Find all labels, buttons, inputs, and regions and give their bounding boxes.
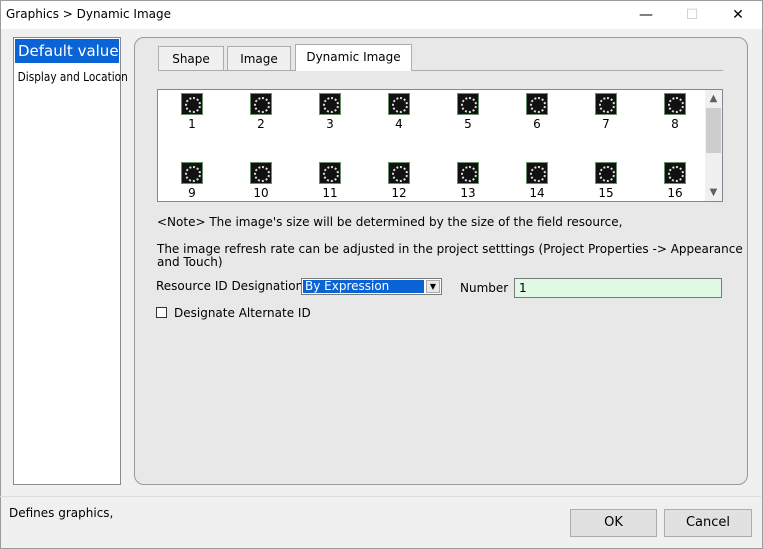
- image-number: 5: [464, 117, 472, 131]
- image-number: 6: [533, 117, 541, 131]
- resource-id-label: Resource ID Designation: [156, 279, 304, 293]
- ok-button[interactable]: OK: [570, 509, 657, 537]
- scroll-up-icon[interactable]: ▲: [705, 91, 722, 106]
- image-number: 15: [598, 186, 614, 200]
- image-number: 14: [529, 186, 545, 200]
- image-item[interactable]: 10: [241, 162, 281, 200]
- alternate-id-checkbox[interactable]: [156, 307, 167, 318]
- image-item[interactable]: 11: [310, 162, 350, 200]
- scroll-down-icon[interactable]: ▼: [705, 185, 722, 200]
- resource-id-select[interactable]: By Expression ▼: [301, 278, 442, 295]
- image-number: 12: [391, 186, 407, 200]
- dynamic-image-icon: [319, 93, 341, 115]
- image-item[interactable]: 12: [379, 162, 419, 200]
- refresh-note-line1: The image refresh rate can be adjusted i…: [157, 242, 743, 256]
- dynamic-image-icon: [388, 93, 410, 115]
- status-text: Defines graphics,: [9, 506, 114, 520]
- image-item[interactable]: 9: [172, 162, 212, 200]
- image-item[interactable]: 15: [586, 162, 626, 200]
- dynamic-image-icon: [664, 162, 686, 184]
- maximize-button[interactable]: ☐: [669, 1, 715, 29]
- minimize-button[interactable]: —: [623, 1, 669, 29]
- footer-divider: [0, 496, 761, 497]
- image-number: 2: [257, 117, 265, 131]
- dynamic-image-icon: [388, 162, 410, 184]
- tab-divider: [158, 70, 723, 71]
- image-number: 1: [188, 117, 196, 131]
- dynamic-image-icon: [526, 93, 548, 115]
- close-button[interactable]: ✕: [715, 1, 761, 29]
- number-input[interactable]: 1: [514, 278, 722, 298]
- image-item[interactable]: 6: [517, 93, 557, 131]
- image-item[interactable]: 8: [655, 93, 695, 131]
- dynamic-image-icon: [595, 93, 617, 115]
- image-item[interactable]: 4: [379, 93, 419, 131]
- cancel-button[interactable]: Cancel: [664, 509, 752, 537]
- dynamic-image-icon: [457, 162, 479, 184]
- refresh-note-line2: and Touch): [157, 255, 223, 269]
- sidebar: Default value Display and Location: [13, 37, 128, 485]
- sidebar-item-default-value[interactable]: Default value: [15, 39, 119, 63]
- image-gallery: 1 2 3 4 5 6 7 8 9 10 11 12 13 14 15 16 ▲…: [157, 89, 723, 202]
- dynamic-image-icon: [526, 162, 548, 184]
- title-bar: Graphics > Dynamic Image — ☐ ✕: [1, 1, 762, 29]
- tab-shape[interactable]: Shape: [158, 46, 224, 70]
- image-item[interactable]: 2: [241, 93, 281, 131]
- window-title: Graphics > Dynamic Image: [6, 7, 171, 21]
- tab-image[interactable]: Image: [227, 46, 291, 70]
- sidebar-item-display-and-location[interactable]: Display and Location: [15, 67, 128, 87]
- tab-dynamic-image[interactable]: Dynamic Image: [295, 44, 412, 71]
- chevron-down-icon[interactable]: ▼: [426, 280, 440, 293]
- image-item[interactable]: 5: [448, 93, 488, 131]
- image-number: 9: [188, 186, 196, 200]
- image-number: 10: [253, 186, 269, 200]
- resource-id-value: By Expression: [303, 280, 424, 293]
- scrollbar-thumb[interactable]: [706, 108, 721, 153]
- image-item[interactable]: 14: [517, 162, 557, 200]
- image-item[interactable]: 16: [655, 162, 695, 200]
- image-number: 8: [671, 117, 679, 131]
- alternate-id-label: Designate Alternate ID: [174, 306, 311, 320]
- image-number: 7: [602, 117, 610, 131]
- image-number: 11: [322, 186, 338, 200]
- number-label: Number: [460, 281, 509, 295]
- image-number: 13: [460, 186, 476, 200]
- dynamic-image-icon: [181, 162, 203, 184]
- image-number: 3: [326, 117, 334, 131]
- dynamic-image-icon: [319, 162, 341, 184]
- dynamic-image-icon: [457, 93, 479, 115]
- image-number: 16: [667, 186, 683, 200]
- dynamic-image-icon: [181, 93, 203, 115]
- image-item[interactable]: 7: [586, 93, 626, 131]
- dynamic-image-icon: [250, 93, 272, 115]
- gallery-scrollbar[interactable]: ▲ ▼: [705, 90, 722, 201]
- dynamic-image-icon: [664, 93, 686, 115]
- image-item[interactable]: 13: [448, 162, 488, 200]
- dynamic-image-icon: [250, 162, 272, 184]
- image-item[interactable]: 3: [310, 93, 350, 131]
- size-note: <Note> The image's size will be determin…: [157, 215, 623, 229]
- dynamic-image-icon: [595, 162, 617, 184]
- image-item[interactable]: 1: [172, 93, 212, 131]
- image-number: 4: [395, 117, 403, 131]
